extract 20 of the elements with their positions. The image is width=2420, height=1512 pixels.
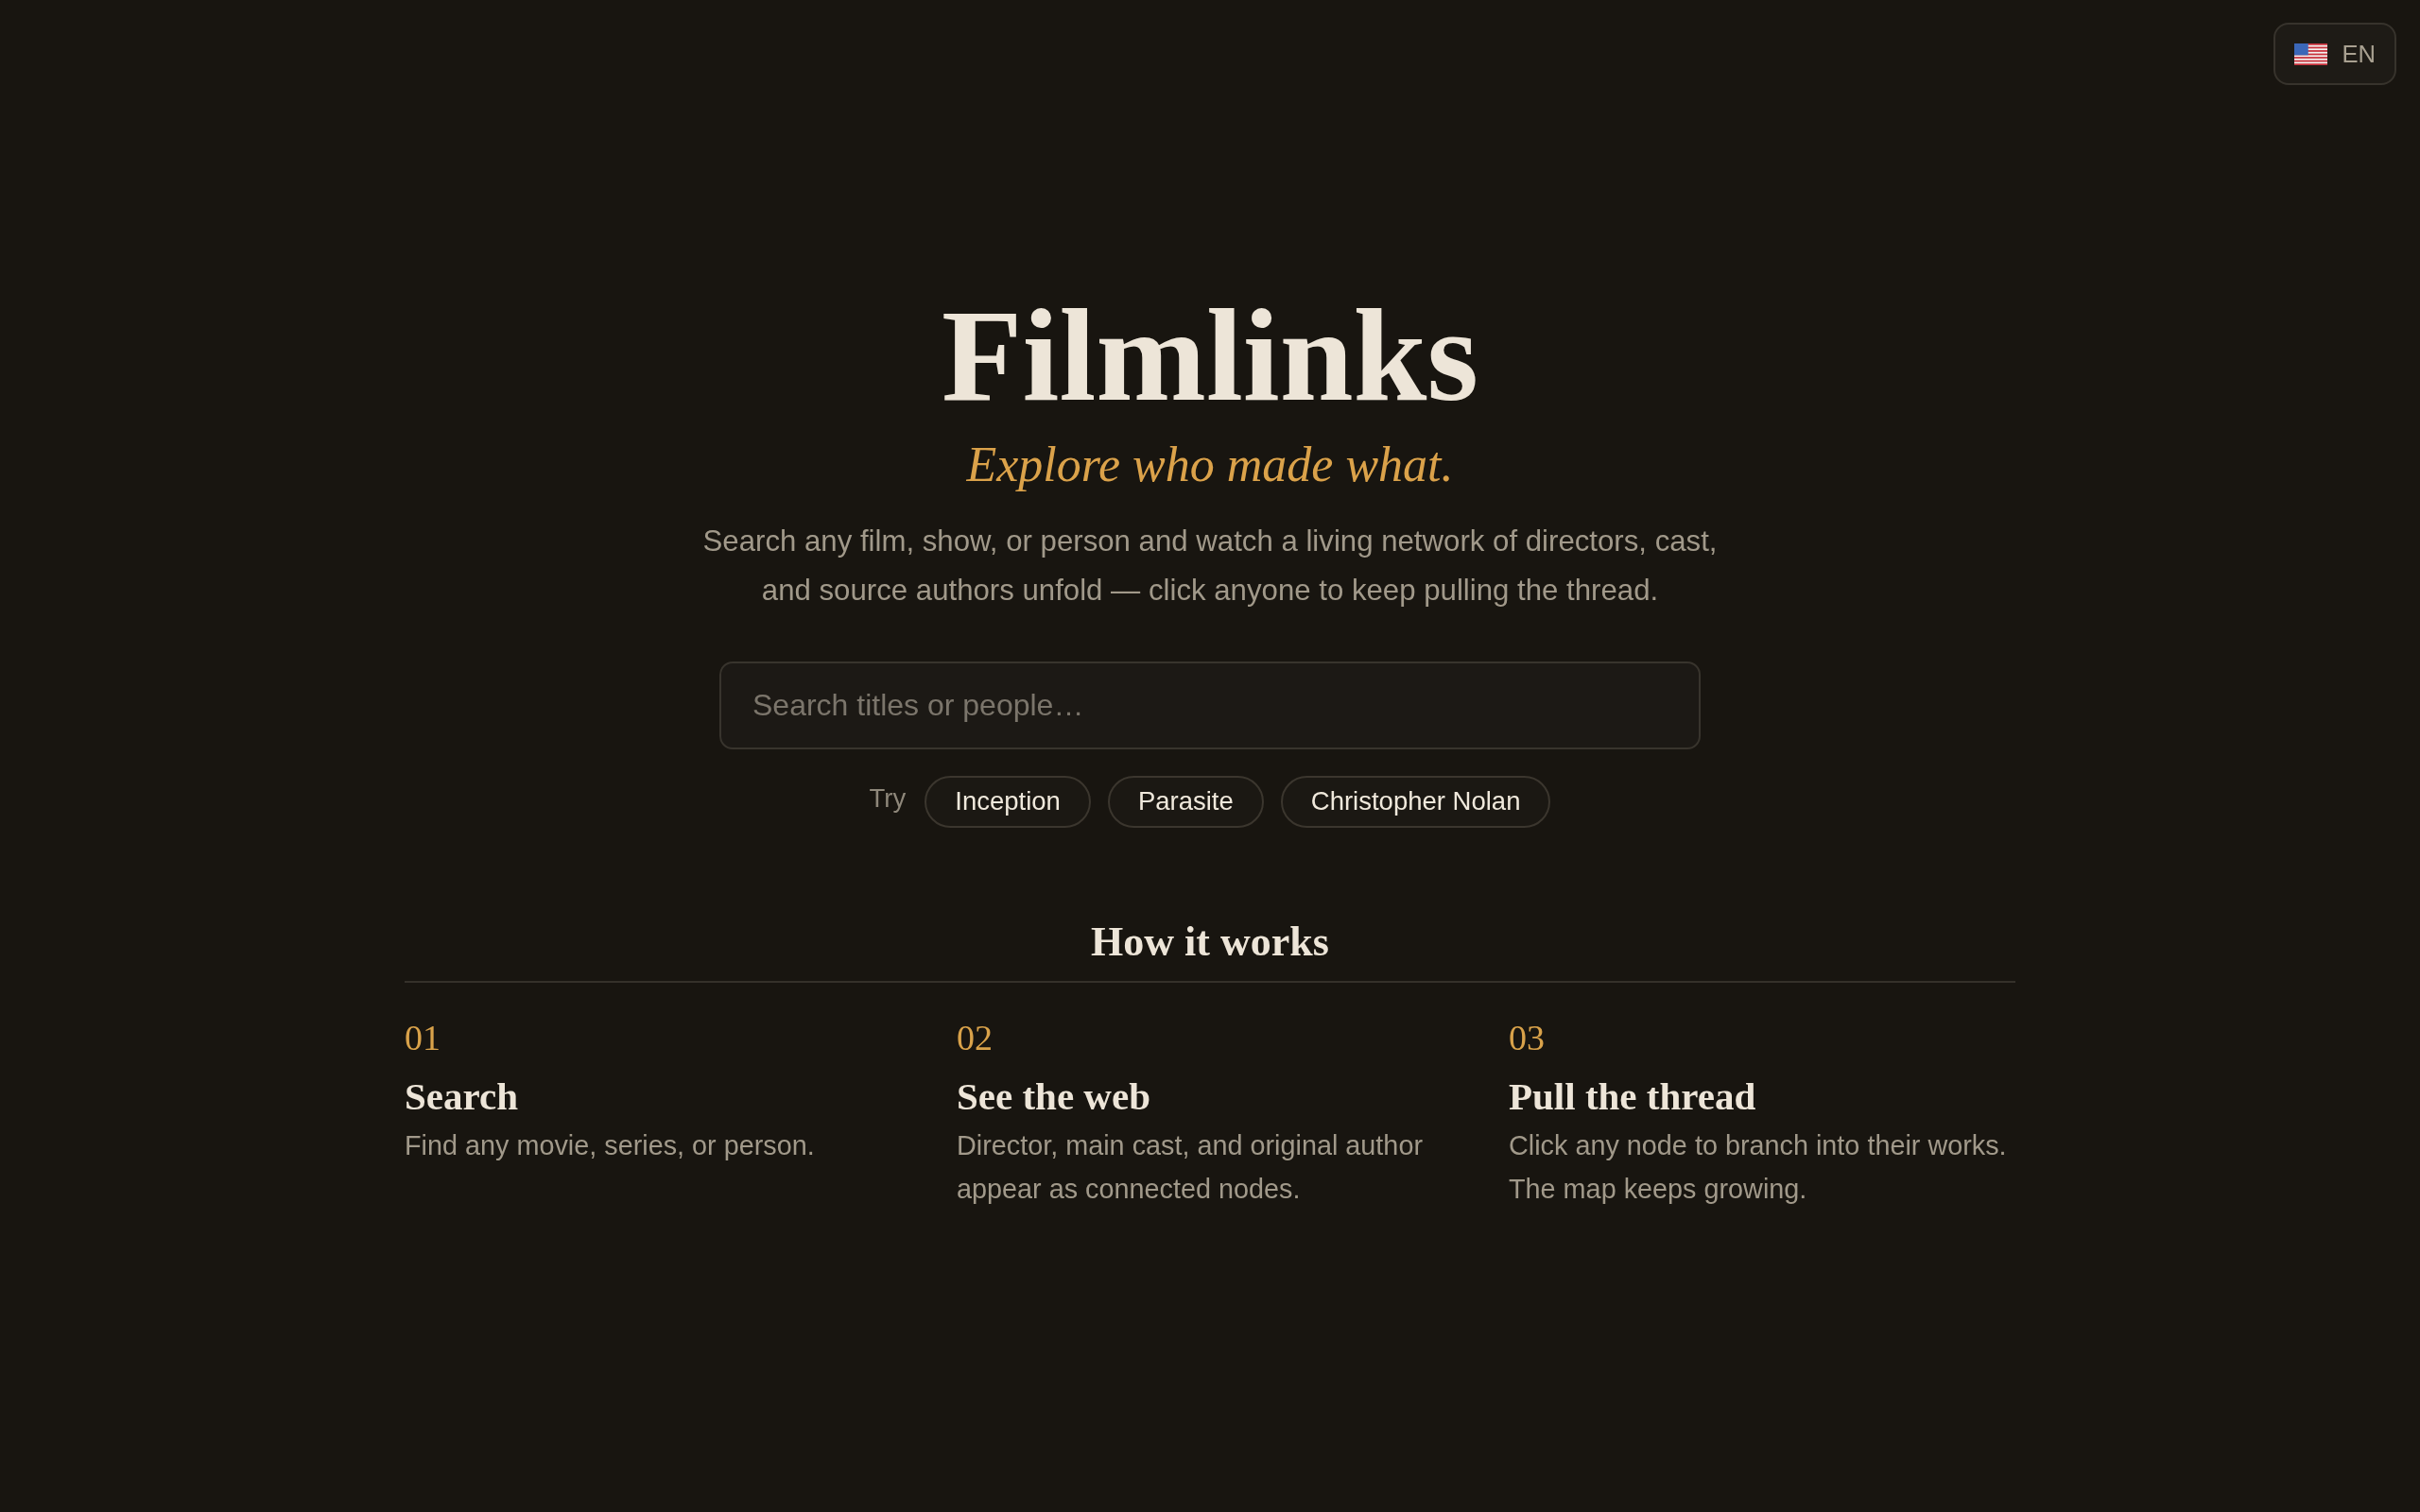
step-number: 02 xyxy=(957,1016,993,1059)
flag-icon xyxy=(2294,43,2328,65)
description-text: Search any film, show, or person and watch a living network of directors, cast, and source authors unfold — click anyone to keep pulling the thread. xyxy=(701,524,1719,609)
step-description: Director, main cast, and original author appear as connected nodes. xyxy=(957,1129,1424,1207)
step-title: Search xyxy=(405,1074,518,1121)
tagline: Explore who made what. xyxy=(966,437,1454,493)
step-number: 03 xyxy=(1509,1016,1545,1059)
try-label: Try xyxy=(869,783,907,815)
suggestion-chip[interactable]: Parasite xyxy=(1107,775,1264,828)
step-description: Find any movie, series, or person. xyxy=(405,1129,815,1163)
step-number: 01 xyxy=(405,1016,441,1059)
language-button[interactable]: EN xyxy=(2273,23,2396,85)
step-title: See the web xyxy=(957,1074,1150,1121)
step-description: Click any node to branch into their works. The map keeps growing. xyxy=(1509,1129,2008,1207)
section-heading: How it works xyxy=(1090,917,1330,967)
suggestion-chip[interactable]: Christopher Nolan xyxy=(1280,775,1551,828)
app-title: Filmlinks xyxy=(942,289,1478,421)
search-field[interactable]: Search titles or people… xyxy=(719,661,1701,749)
step-title: Pull the thread xyxy=(1509,1074,1756,1121)
suggestion-chip[interactable]: Inception xyxy=(925,775,1091,828)
